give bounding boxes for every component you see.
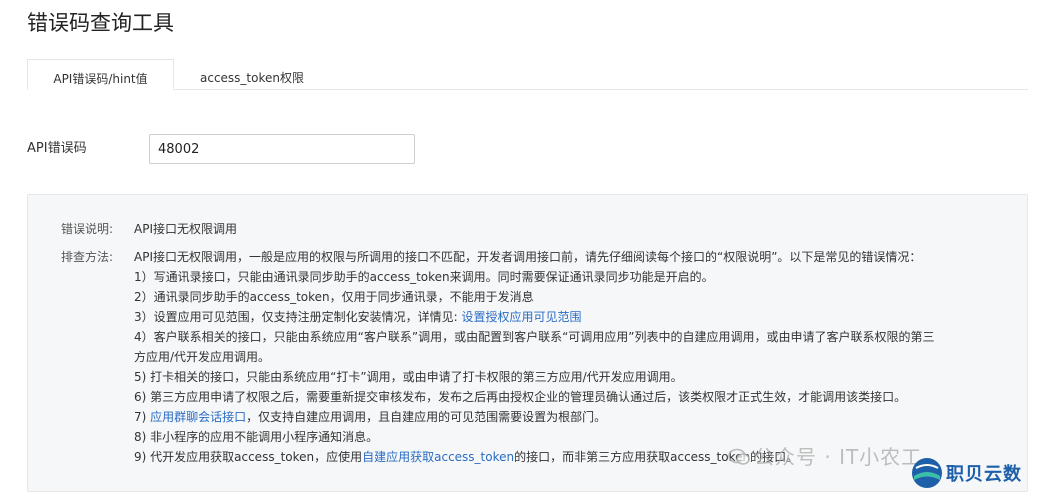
tab-access-token-permission[interactable]: access_token权限 [187,59,317,89]
brand-name: 职贝云数 [946,464,1022,485]
tab-bar: API错误码/hint值 access_token权限 [27,59,1028,90]
list-item: 4）客户联系相关的接口，只能由系统应用“客户联系”调用，或由配置到客户联系“可调… [134,330,935,344]
list-item-text: 3）设置应用可见范围，仅支持注册定制化安装情况，详情见: [134,310,462,324]
list-item-continued: 方应用/代开发应用调用。 [134,350,271,364]
list-item: 3）设置应用可见范围，仅支持注册定制化安装情况，详情见: 设置授权应用可见范围 [134,307,1004,327]
watermark-text: 公众号 · IT小农工 [754,445,923,469]
wechat-icon [728,448,750,465]
list-item-text: 7) [134,410,151,424]
error-description-label: 错误说明: [61,222,114,236]
list-item-text: 9) 代开发应用获取access_token，应使用 [134,450,363,464]
list-item: 1）写通讯录接口，只能由通讯录同步助手的access_token来调用。同时需要… [134,270,714,284]
error-code-label: API错误码 [27,141,87,156]
tab-api-error-code[interactable]: API错误码/hint值 [27,59,174,90]
watermark: 公众号 · IT小农工 [728,441,922,470]
list-item: 5) 打卡相关的接口，只能由系统应用“打卡”调用，或由申请了打卡权限的第三方应用… [134,370,683,384]
troubleshoot-label: 排查方法: [61,250,114,264]
troubleshoot-list: API接口无权限调用，一般是应用的权限与所调用的接口不匹配，开发者调用接口前，请… [134,247,1004,467]
self-built-token-link[interactable]: 自建应用获取access_token [362,450,514,464]
list-item: 6) 第三方应用申请了权限之后，需要重新提交审核发布，发布之后再由授权企业的管理… [134,390,907,404]
list-item: 7) 应用群聊会话接口，仅支持自建应用调用，且自建应用的可见范围需要设置为根部门… [134,407,1004,427]
list-item-text: ，仅支持自建应用调用，且自建应用的可见范围需要设置为根部门。 [246,410,607,424]
troubleshoot-intro: API接口无权限调用，一般是应用的权限与所调用的接口不匹配，开发者调用接口前，请… [134,250,922,264]
error-code-input[interactable] [149,134,415,164]
list-item: 2）通讯录同步助手的access_token，仅用于同步通讯录，不能用于发消息 [134,290,534,304]
brand-logo-group: 职贝云数 [910,456,1022,492]
error-description-value: API接口无权限调用 [134,222,237,236]
brand-globe-icon [912,458,942,488]
visible-range-link[interactable]: 设置授权应用可见范围 [462,310,582,324]
group-chat-api-link[interactable]: 应用群聊会话接口 [150,410,246,424]
page-title: 错误码查询工具 [27,11,174,35]
